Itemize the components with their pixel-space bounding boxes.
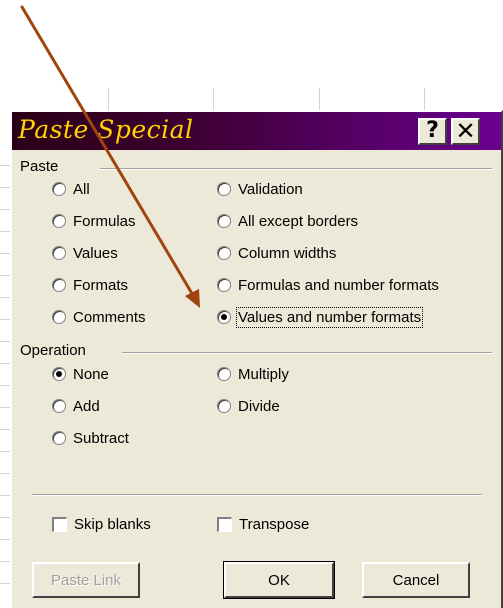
- row-gridline: [0, 385, 10, 386]
- radio-button[interactable]: [52, 431, 66, 445]
- paste-option-values-and-number-formats[interactable]: Values and number formats: [217, 306, 424, 328]
- row-gridline: [0, 517, 10, 518]
- paste-option-label: Comments: [73, 308, 146, 326]
- paste-option-all-except-borders[interactable]: All except borders: [217, 211, 358, 231]
- section-separator: [32, 494, 482, 496]
- operation-option-none[interactable]: None: [52, 364, 109, 384]
- paste-special-dialog: Paste Special ? ✕ Paste All Formulas Val…: [10, 110, 503, 608]
- title-bar[interactable]: Paste Special ? ✕: [12, 112, 501, 150]
- paste-option-formats[interactable]: Formats: [52, 275, 128, 295]
- row-gridline: [0, 363, 10, 364]
- column-gridline: [424, 88, 425, 110]
- skip-blanks-checkbox[interactable]: Skip blanks: [52, 514, 151, 534]
- operation-option-label: Add: [73, 397, 100, 415]
- row-gridline: [0, 165, 10, 166]
- checkbox-box[interactable]: [217, 516, 232, 532]
- row-gridline: [0, 187, 10, 188]
- ok-button[interactable]: OK: [223, 561, 335, 599]
- row-gridline: [0, 297, 10, 298]
- radio-button[interactable]: [52, 399, 66, 413]
- operation-option-label: Subtract: [73, 429, 129, 447]
- radio-button[interactable]: [52, 182, 66, 196]
- operation-option-subtract[interactable]: Subtract: [52, 428, 129, 448]
- radio-button[interactable]: [217, 278, 231, 292]
- row-gridline: [0, 275, 10, 276]
- radio-button[interactable]: [217, 399, 231, 413]
- operation-option-label: Divide: [238, 397, 280, 415]
- operation-group-divider: [122, 352, 492, 354]
- column-gridline: [213, 88, 214, 110]
- row-gridline: [0, 253, 10, 254]
- operation-option-divide[interactable]: Divide: [217, 396, 280, 416]
- row-gridline: [0, 473, 10, 474]
- column-gridline: [319, 88, 320, 110]
- paste-option-label: Formulas and number formats: [238, 276, 439, 294]
- radio-button[interactable]: [52, 214, 66, 228]
- paste-option-comments[interactable]: Comments: [52, 307, 146, 327]
- paste-option-label: Column widths: [238, 244, 337, 262]
- paste-option-label: Formulas: [73, 212, 136, 230]
- paste-option-column-widths[interactable]: Column widths: [217, 243, 336, 263]
- row-gridline: [0, 561, 10, 562]
- paste-group-divider: [100, 168, 492, 170]
- radio-button-selected[interactable]: [217, 310, 231, 324]
- paste-option-label: Formats: [73, 276, 129, 294]
- paste-link-button[interactable]: Paste Link: [32, 562, 140, 598]
- row-gridline: [0, 495, 10, 496]
- operation-option-label: Multiply: [238, 365, 289, 383]
- row-gridline: [0, 539, 10, 540]
- checkbox-box[interactable]: [52, 516, 67, 532]
- paste-option-label: Values and number formats: [235, 306, 424, 328]
- paste-option-validation[interactable]: Validation: [217, 179, 303, 199]
- radio-button[interactable]: [52, 310, 66, 324]
- close-button[interactable]: ✕: [451, 118, 480, 145]
- radio-button[interactable]: [52, 246, 66, 260]
- row-gridline: [0, 231, 10, 232]
- transpose-label: Transpose: [239, 515, 310, 533]
- row-gridline: [0, 429, 10, 430]
- row-gridline: [0, 583, 10, 584]
- help-button[interactable]: ?: [418, 118, 447, 145]
- row-gridline: [0, 451, 10, 452]
- dialog-title: Paste Special: [18, 115, 194, 144]
- operation-group-label: Operation: [20, 342, 90, 359]
- row-gridline: [0, 209, 10, 210]
- radio-button-selected[interactable]: [52, 367, 66, 381]
- radio-button[interactable]: [217, 246, 231, 260]
- operation-option-multiply[interactable]: Multiply: [217, 364, 289, 384]
- operation-option-add[interactable]: Add: [52, 396, 100, 416]
- paste-option-label: Validation: [238, 180, 303, 198]
- radio-button[interactable]: [52, 278, 66, 292]
- paste-option-label: Values: [73, 244, 118, 262]
- radio-button[interactable]: [217, 182, 231, 196]
- transpose-checkbox[interactable]: Transpose: [217, 514, 309, 534]
- cancel-button[interactable]: Cancel: [362, 562, 470, 598]
- operation-option-label: None: [73, 365, 109, 383]
- paste-option-formulas-and-number-formats[interactable]: Formulas and number formats: [217, 275, 439, 295]
- radio-button[interactable]: [217, 214, 231, 228]
- paste-option-label: All except borders: [238, 212, 359, 230]
- row-gridline: [0, 319, 10, 320]
- skip-blanks-label: Skip blanks: [74, 515, 151, 533]
- paste-option-formulas[interactable]: Formulas: [52, 211, 136, 231]
- paste-group-label: Paste: [20, 158, 63, 175]
- radio-button[interactable]: [217, 367, 231, 381]
- column-gridline: [108, 88, 109, 110]
- row-gridline: [0, 407, 10, 408]
- row-gridline: [0, 341, 10, 342]
- paste-option-label: All: [73, 180, 90, 198]
- paste-option-all[interactable]: All: [52, 179, 90, 199]
- paste-option-values[interactable]: Values: [52, 243, 118, 263]
